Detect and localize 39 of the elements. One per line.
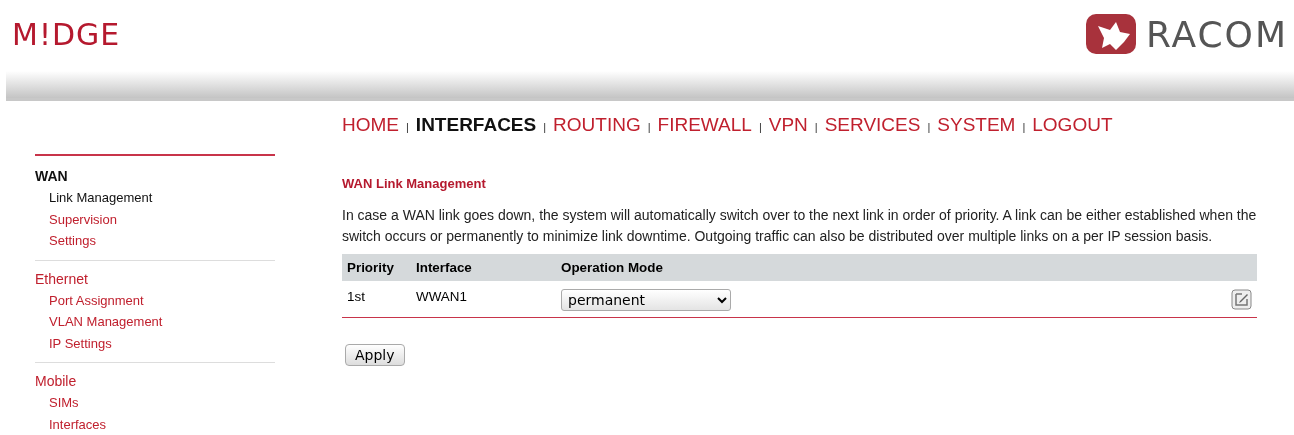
column-header: Interface bbox=[411, 254, 556, 281]
nav-link[interactable]: SYSTEM bbox=[937, 114, 1016, 136]
sidebar-section[interactable]: Ethernet bbox=[35, 270, 88, 287]
mode-dropdown[interactable]: permanent bbox=[561, 289, 731, 311]
page-title: WAN Link Management bbox=[342, 176, 487, 191]
nav-link[interactable]: FIREWALL bbox=[657, 114, 752, 136]
nav-link[interactable]: VPN bbox=[768, 114, 808, 136]
nav-link[interactable]: LOGOUT bbox=[1032, 114, 1113, 136]
nav-link[interactable]: HOME bbox=[342, 114, 399, 136]
column-header: Priority bbox=[342, 254, 411, 281]
edit-icon[interactable] bbox=[1231, 289, 1252, 310]
nav-separator: | bbox=[758, 121, 762, 133]
column-header: Operation Mode bbox=[556, 254, 1154, 281]
sidebar-section[interactable]: WAN bbox=[35, 168, 68, 184]
description: In case a WAN link goes down, the system will automatically switch over to the next link in order of priority. A link can be either established when the switch occurs or permanently to minimize link downtime. Outgoing traffic can also be distributed over multiple links on a per IP session basis. bbox=[342, 206, 1257, 246]
sidebar-item[interactable]: Port Assignment bbox=[35, 289, 144, 311]
nav-separator: | bbox=[927, 121, 931, 133]
sidebar-item[interactable]: Interfaces bbox=[35, 413, 107, 435]
sidebar-item[interactable]: Link Management bbox=[35, 187, 153, 209]
nav-separator: | bbox=[543, 121, 547, 133]
nav-separator: | bbox=[1022, 121, 1026, 133]
sidebar-item[interactable]: SIMs bbox=[35, 392, 79, 414]
nav-separator: | bbox=[406, 121, 409, 133]
nav-separator: | bbox=[814, 121, 818, 133]
midge-logo: M!DGE bbox=[12, 16, 121, 52]
table-cell: 1st bbox=[342, 281, 411, 318]
apply-button[interactable]: Apply bbox=[345, 344, 405, 366]
sidebar-item[interactable]: IP Settings bbox=[35, 332, 112, 354]
sidebar-item[interactable]: Settings bbox=[35, 230, 96, 252]
nav-link[interactable]: INTERFACES bbox=[415, 114, 537, 136]
sidebar-item[interactable]: Supervision bbox=[35, 208, 117, 230]
sidebar-section[interactable]: Mobile bbox=[35, 373, 77, 389]
sidebar-item[interactable]: VLAN Management bbox=[35, 311, 163, 333]
nav-separator: | bbox=[647, 121, 651, 133]
nav-link[interactable]: ROUTING bbox=[553, 114, 641, 136]
nav-link[interactable]: SERVICES bbox=[824, 114, 921, 136]
table-cell: WWAN1 bbox=[411, 281, 556, 318]
racom-logo: RACOM bbox=[1145, 13, 1288, 55]
leaf-logo-icon bbox=[1085, 14, 1136, 54]
